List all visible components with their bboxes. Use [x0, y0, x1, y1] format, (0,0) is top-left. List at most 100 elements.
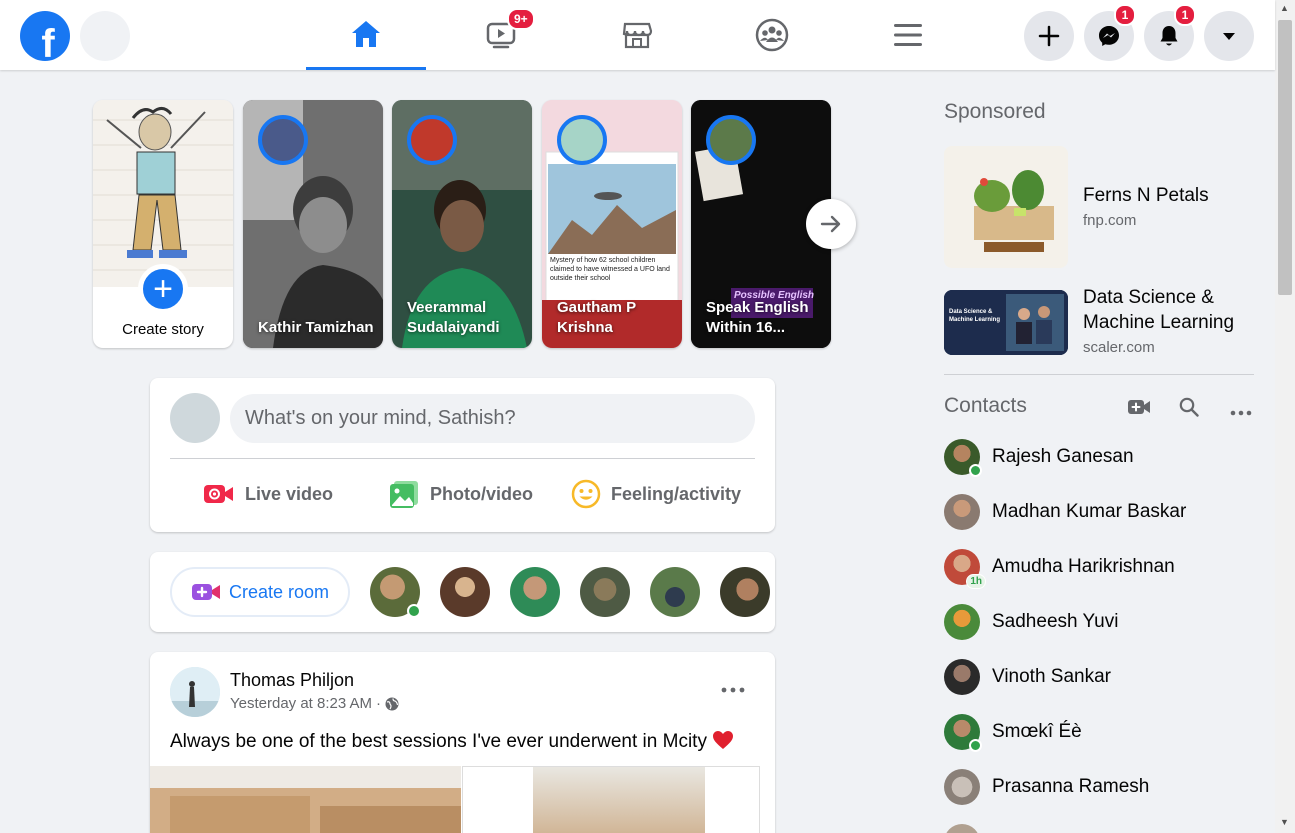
sponsored-heading: Sponsored: [944, 100, 1046, 123]
sponsored-ad[interactable]: Ferns N Petals fnp.com: [944, 146, 1264, 268]
scroll-down-icon[interactable]: ▼: [1280, 817, 1289, 827]
create-room-button[interactable]: Create room: [170, 567, 350, 617]
search-contacts-button[interactable]: [1179, 397, 1199, 422]
bell-icon: [1160, 26, 1178, 46]
contact-avatar: [944, 769, 980, 805]
contact-item[interactable]: Madhan Kumar Baskar: [944, 492, 1186, 532]
contact-avatar: [944, 439, 982, 477]
story-name: Gautham P Krishna: [557, 299, 636, 336]
room-contact-avatar[interactable]: [720, 567, 770, 617]
contact-name: Sadheesh Yuvi: [992, 611, 1119, 632]
contact-name: Rajesh Ganesan: [992, 446, 1134, 467]
whats-on-your-mind-input[interactable]: What's on your mind, Sathish?: [230, 394, 755, 443]
search-button[interactable]: [80, 11, 130, 61]
contact-item[interactable]: 1h Amudha Harikrishnan: [944, 547, 1175, 589]
page-scrollbar[interactable]: ▲ ▼: [1275, 0, 1295, 833]
scroll-up-icon[interactable]: ▲: [1280, 3, 1289, 13]
photo-video-button[interactable]: Photo/video: [388, 474, 533, 514]
create-story-photo: [93, 100, 233, 287]
video-plus-icon: [191, 584, 220, 600]
ad-thumbnail: [944, 146, 1068, 268]
meta-separator: ·: [376, 695, 382, 712]
story-card[interactable]: Veerammal Sudalaiyandi: [392, 100, 532, 348]
user-avatar[interactable]: [170, 393, 220, 443]
nav-tab-marketplace[interactable]: [577, 0, 697, 70]
post-photo[interactable]: [462, 766, 760, 833]
contacts-options-button[interactable]: [1230, 403, 1252, 421]
rooms-bar: Create room: [150, 552, 775, 632]
contact-avatar: [944, 714, 982, 752]
post-author-name[interactable]: Thomas Philjon: [230, 670, 354, 691]
contact-avatar: [944, 659, 980, 695]
scrollbar-thumb[interactable]: [1278, 20, 1292, 295]
notifications-badge: 1: [1174, 4, 1196, 26]
stories-next-button[interactable]: [806, 199, 856, 249]
contact-avatar: [944, 604, 980, 640]
contact-item[interactable]: Prasanna Ramesh: [944, 767, 1149, 807]
ad-title: Data Science & Machine Learning: [1083, 287, 1235, 333]
nav-tab-menu[interactable]: [848, 0, 968, 70]
story-avatar: [557, 115, 607, 165]
story-card[interactable]: Mystery of how 62 school children claime…: [542, 100, 682, 348]
contact-item[interactable]: Sadheesh Yuvi: [944, 602, 1118, 642]
post-photo-content: [533, 767, 705, 833]
nav-tab-groups[interactable]: [712, 0, 832, 70]
post-time[interactable]: Yesterday at 8:23 AM: [230, 695, 372, 712]
room-contact-avatar[interactable]: [580, 567, 630, 617]
contact-name: Madhan Kumar Baskar: [992, 501, 1187, 522]
contact-item[interactable]: Vinoth Sankar: [944, 657, 1111, 697]
contact-avatar: [944, 494, 980, 530]
post-text: Always be one of the best sessions I've …: [170, 730, 734, 753]
search-icon: [1179, 397, 1199, 417]
post-meta: Yesterday at 8:23 AM ·: [230, 695, 399, 712]
messenger-icon: [1099, 26, 1119, 46]
facebook-logo-letter: f: [41, 22, 55, 61]
contact-name: Smœkî Éè: [992, 721, 1082, 742]
nav-tab-watch[interactable]: 9+: [441, 0, 561, 70]
contact-avatar: 1h: [944, 549, 986, 589]
room-contact-avatar[interactable]: [440, 567, 490, 617]
post-options-button[interactable]: [721, 680, 745, 698]
create-story-plus-icon[interactable]: +: [138, 264, 188, 314]
story-card[interactable]: Kathir Tamizhan: [243, 100, 383, 348]
online-indicator: [969, 464, 982, 477]
account-button[interactable]: [1204, 11, 1254, 61]
contact-item[interactable]: Smœkî Éè: [944, 712, 1082, 752]
marketplace-icon: [622, 22, 653, 49]
create-story-card[interactable]: + Create story: [93, 100, 233, 348]
story-avatar: [706, 115, 756, 165]
home-icon: [352, 20, 380, 47]
plus-icon: [1038, 25, 1060, 47]
room-contact-avatar[interactable]: [370, 567, 421, 618]
ad-thumbnail-text: Data Science & Machine Learning: [949, 309, 1001, 323]
sponsored-ad[interactable]: Data Science & Machine Learning Data Sci…: [944, 285, 1264, 360]
post-author-avatar[interactable]: [170, 667, 220, 717]
create-story-label: Create story: [122, 321, 204, 338]
new-room-button[interactable]: [1127, 398, 1151, 421]
nav-tab-home[interactable]: [306, 0, 426, 70]
live-video-label: Live video: [245, 483, 334, 504]
messenger-button[interactable]: 1: [1084, 4, 1136, 61]
video-plus-icon: [1128, 400, 1150, 414]
create-room-label: Create room: [228, 581, 330, 602]
contact-item[interactable]: [944, 822, 992, 833]
story-avatar: [258, 115, 308, 165]
facebook-logo[interactable]: f: [20, 11, 70, 61]
photo-icon: [390, 481, 418, 508]
room-contact-avatar[interactable]: [650, 567, 700, 617]
create-button[interactable]: [1024, 11, 1074, 61]
caret-down-icon: [1223, 33, 1235, 40]
post-text-content: Always be one of the best sessions I've …: [170, 731, 707, 752]
notifications-button[interactable]: 1: [1144, 4, 1196, 61]
more-horizontal-icon: [721, 687, 745, 693]
room-contact-avatar[interactable]: [510, 567, 560, 617]
feeling-icon: [571, 479, 601, 509]
composer-divider: [170, 458, 755, 459]
ad-domain: fnp.com: [1083, 212, 1137, 229]
live-video-button[interactable]: Live video: [203, 474, 333, 514]
feeling-activity-button[interactable]: Feeling/activity: [571, 474, 741, 514]
contact-item[interactable]: Rajesh Ganesan: [944, 437, 1134, 477]
contact-name: Amudha Harikrishnan: [992, 556, 1175, 577]
contact-name: Vinoth Sankar: [992, 666, 1112, 687]
post-photo[interactable]: [150, 766, 461, 833]
